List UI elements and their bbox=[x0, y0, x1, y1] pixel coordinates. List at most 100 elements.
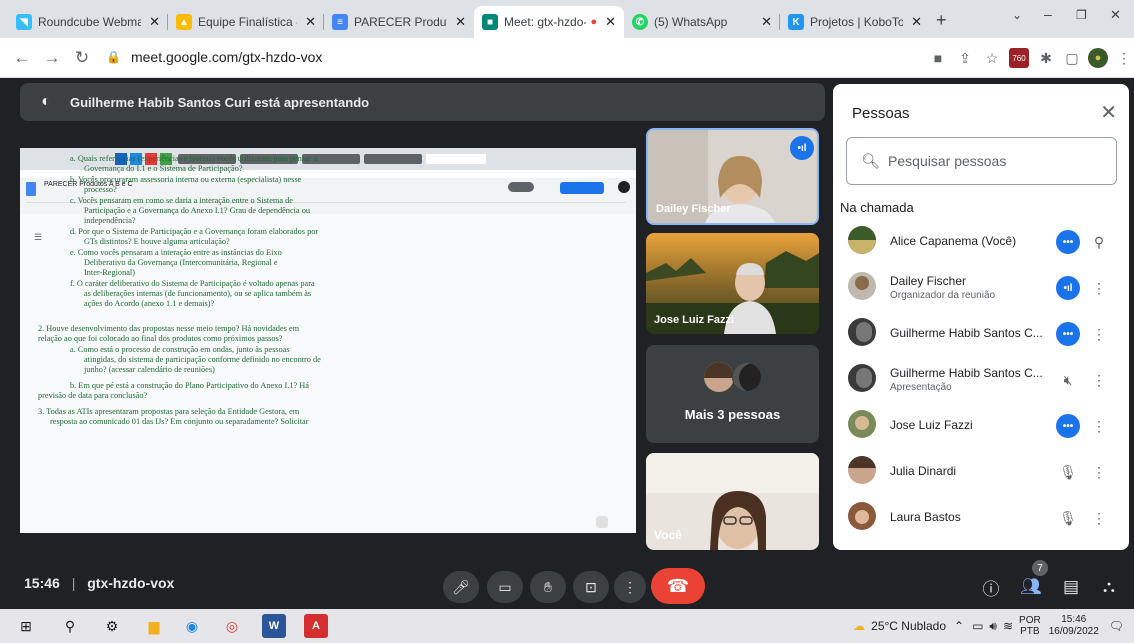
tile-self-view[interactable]: Você bbox=[646, 453, 819, 550]
tile-dailey-fischer[interactable]: •ıl Dailey Fischer bbox=[646, 128, 819, 225]
present-button[interactable]: ⊡ bbox=[573, 571, 609, 603]
tab-parecer[interactable]: ≡ PARECER Produtos A ✕ bbox=[324, 6, 474, 38]
activities-icon[interactable]: ⛬ bbox=[1096, 574, 1122, 600]
meeting-info-icon[interactable]: ⓘ bbox=[978, 574, 1004, 600]
participant-row[interactable]: Jose Luiz Fazzi ••• ⋮ bbox=[833, 403, 1129, 449]
speaking-indicator-icon: •ıl bbox=[1056, 276, 1080, 300]
file-explorer-icon[interactable]: ▆ bbox=[142, 614, 166, 638]
notifications-icon[interactable]: 🗨︎ bbox=[1109, 619, 1124, 633]
microphone-button[interactable]: 🎤︎ bbox=[443, 571, 479, 603]
extensions-puzzle-icon[interactable]: ✱ bbox=[1036, 48, 1056, 68]
document-text-line: e. Como vocês pensaram a interação entre… bbox=[70, 248, 282, 257]
document-text-line: a. Como está o processo de construção em… bbox=[70, 345, 290, 354]
tab-roundcube[interactable]: ◥ Roundcube Webmail :: ✕ bbox=[8, 6, 168, 38]
settings-gear-icon[interactable]: ⚙ bbox=[100, 614, 124, 638]
avatar bbox=[848, 410, 876, 438]
network-icon[interactable]: ▭ bbox=[972, 619, 983, 633]
participant-avatar bbox=[704, 362, 734, 392]
close-tab-icon[interactable]: ✕ bbox=[305, 14, 316, 30]
present-screen-icon: ⊡ bbox=[585, 578, 597, 595]
close-panel-icon[interactable]: ✕ bbox=[1100, 100, 1117, 125]
more-vert-icon[interactable]: ⋮ bbox=[1089, 324, 1109, 344]
document-text-line: d. Por que o Sistema de Participação e a… bbox=[70, 227, 319, 236]
system-clock[interactable]: 15:46 16/09/2022 bbox=[1049, 614, 1099, 638]
participant-row[interactable]: Dailey Fischer Organizador da reunião •ı… bbox=[833, 265, 1129, 311]
close-tab-icon[interactable]: ✕ bbox=[455, 14, 466, 30]
speaking-indicator-icon: ••• bbox=[1056, 230, 1080, 254]
document-text-line: 2. Houve desenvolvimento das propostas n… bbox=[38, 324, 300, 333]
more-vert-icon[interactable]: ⋮ bbox=[1089, 278, 1109, 298]
address-bar[interactable]: 🔒 meet.google.com/gtx-hzdo-vox bbox=[106, 42, 876, 72]
acrobat-icon[interactable]: A bbox=[304, 614, 328, 638]
close-tab-icon[interactable]: ✕ bbox=[761, 14, 772, 30]
people-search[interactable]: 🔍︎ bbox=[846, 137, 1117, 185]
meet-icon: ■ bbox=[482, 14, 498, 30]
url-text[interactable]: meet.google.com/gtx-hzdo-vox bbox=[131, 49, 322, 65]
document-text-line: c. Vocês pensaram em como se daria a int… bbox=[70, 196, 293, 205]
restore-icon[interactable]: ❐ bbox=[1076, 8, 1087, 22]
chrome-icon[interactable]: ◎ bbox=[220, 614, 244, 638]
back-icon[interactable]: ← bbox=[10, 46, 34, 70]
participant-row[interactable]: Julia Dinardi 🎙︎ ⋮ bbox=[833, 449, 1129, 495]
more-vert-icon[interactable]: ⋮ bbox=[1089, 416, 1109, 436]
tab-meet[interactable]: ■ Meet: gtx-hzdo-v ● ✕ bbox=[474, 6, 624, 38]
reload-icon[interactable]: ↻ bbox=[70, 46, 94, 70]
tile-jose-luiz-fazzi[interactable]: Jose Luiz Fazzi bbox=[646, 233, 819, 334]
camera-button[interactable]: ▭ bbox=[487, 571, 523, 603]
presenting-banner: ◐ Guilherme Habib Santos Curi está apres… bbox=[20, 83, 825, 121]
meeting-details: 15:46 | gtx-hzdo-vox bbox=[24, 575, 175, 591]
search-icon[interactable]: ⚲ bbox=[58, 614, 82, 638]
participant-row[interactable]: Laura Bastos 🎙︎ ⋮ bbox=[833, 495, 1129, 541]
show-hidden-icons[interactable]: ⌃ bbox=[954, 619, 964, 633]
wifi-icon[interactable]: ≋ bbox=[1003, 619, 1013, 633]
pin-icon[interactable]: ⚲ bbox=[1089, 232, 1109, 252]
volume-icon[interactable]: 🔊︎ bbox=[989, 619, 997, 634]
hand-icon: ✋︎ bbox=[544, 578, 552, 595]
raise-hand-button[interactable]: ✋︎ bbox=[530, 571, 566, 603]
lock-icon[interactable]: 🔒 bbox=[106, 50, 121, 64]
new-tab-button[interactable]: + bbox=[936, 10, 947, 31]
tab-whatsapp[interactable]: ✆ (5) WhatsApp ✕ bbox=[624, 6, 780, 38]
close-window-icon[interactable]: ✕ bbox=[1110, 7, 1121, 23]
share-icon[interactable]: ⇪ bbox=[955, 48, 975, 68]
more-options-button[interactable]: ⋮ bbox=[614, 571, 646, 603]
bookmark-star-icon[interactable]: ☆ bbox=[982, 48, 1002, 68]
participant-row[interactable]: Alice Capanema (Você) ••• ⚲ bbox=[833, 219, 1129, 265]
presentation-muted-icon: 🔇︎ bbox=[1063, 371, 1073, 388]
search-input[interactable] bbox=[888, 153, 1089, 169]
close-tab-icon[interactable]: ✕ bbox=[605, 14, 616, 30]
more-vert-icon[interactable]: ⋮ bbox=[1089, 462, 1109, 482]
word-icon[interactable]: W bbox=[262, 614, 286, 638]
browser-menu-icon[interactable]: ⋮ bbox=[1114, 48, 1134, 68]
windows-start-icon[interactable]: ⊞ bbox=[14, 614, 38, 638]
chat-icon[interactable]: ▤ bbox=[1058, 574, 1084, 600]
microphone-icon: 🎤︎ bbox=[452, 578, 470, 595]
close-tab-icon[interactable]: ✕ bbox=[149, 14, 160, 30]
tab-equipe[interactable]: ▲ Equipe Finalística - Go ✕ bbox=[168, 6, 324, 38]
minimize-icon[interactable]: – bbox=[1044, 6, 1052, 22]
system-tray: ☁ 25°C Nublado ⌃ ▭ 🔊︎ ≋ POR PTB 15:46 16/0… bbox=[853, 611, 1124, 641]
tab-kobo[interactable]: K Projetos | KoboToolbo ✕ bbox=[780, 6, 930, 38]
weather-text[interactable]: 25°C Nublado bbox=[871, 619, 946, 633]
extension-760-icon[interactable]: 760 bbox=[1009, 48, 1029, 68]
input-language[interactable]: POR PTB bbox=[1019, 615, 1041, 637]
camera-in-use-icon[interactable]: ■ bbox=[928, 48, 948, 68]
more-vert-icon[interactable]: ⋮ bbox=[1089, 370, 1109, 390]
more-vert-icon[interactable]: ⋮ bbox=[1089, 508, 1109, 528]
people-count-badge: 7 bbox=[1032, 560, 1048, 576]
forward-icon[interactable]: → bbox=[40, 46, 64, 70]
close-tab-icon[interactable]: ✕ bbox=[911, 14, 922, 30]
document-text-line: GTs distintos? E houve alguma articulaçã… bbox=[84, 237, 230, 246]
participant-row[interactable]: Guilherme Habib Santos C... Apresentação… bbox=[833, 357, 1129, 403]
edge-icon[interactable]: ◉ bbox=[180, 614, 204, 638]
side-panel-icon[interactable]: ▢ bbox=[1062, 48, 1082, 68]
outline-icon: ☰ bbox=[34, 232, 43, 242]
tile-more-people[interactable]: Mais 3 pessoas bbox=[646, 345, 819, 443]
people-icon[interactable]: 👥︎ bbox=[1018, 574, 1044, 600]
leave-call-button[interactable]: ☎︎ bbox=[651, 568, 705, 604]
participant-row[interactable]: Guilherme Habib Santos C... ••• ⋮ bbox=[833, 311, 1129, 357]
document-text-line: independência? bbox=[84, 216, 136, 225]
tab-search-icon[interactable]: ⌄ bbox=[1012, 8, 1022, 22]
profile-avatar[interactable]: ● bbox=[1088, 48, 1108, 68]
document-text-line: Participação e a Governança do Anexo I.1… bbox=[84, 206, 310, 215]
